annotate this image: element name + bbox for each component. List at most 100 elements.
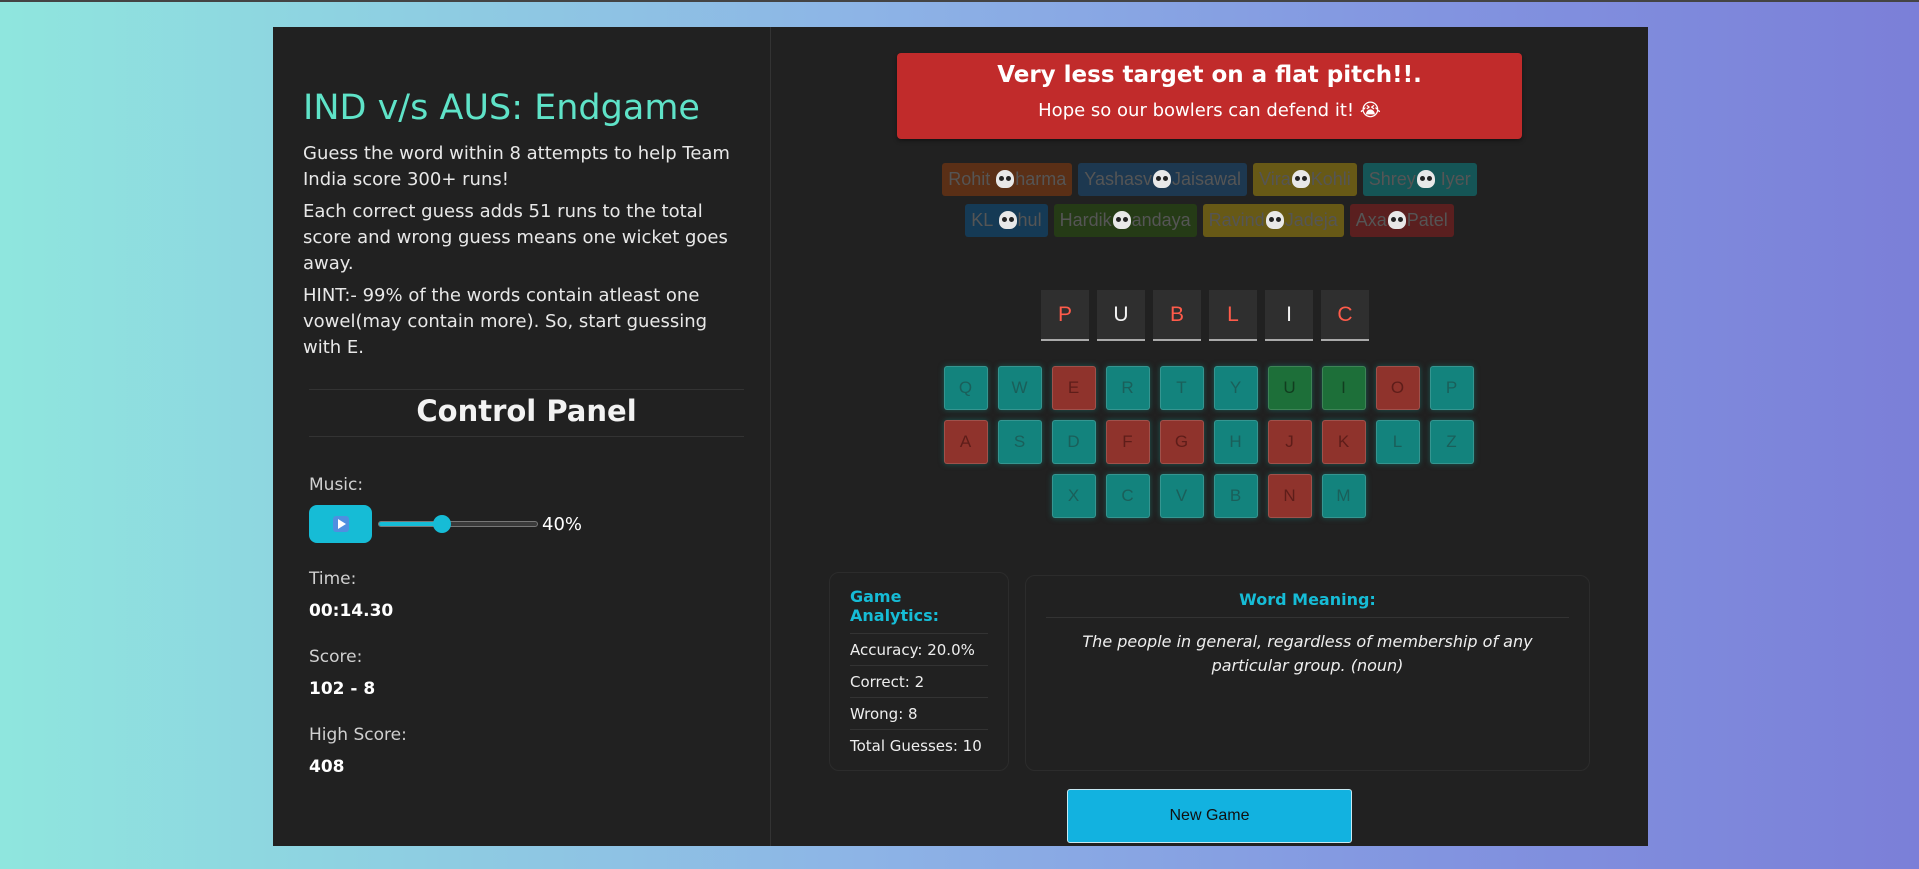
player-name-part: Axa: [1355, 210, 1387, 230]
player-name-part: Iyer: [1435, 169, 1471, 189]
banner-headline: Very less target on a flat pitch!!.: [997, 62, 1422, 88]
instructions: Guess the word within 8 attempts to help…: [303, 141, 740, 361]
analytics-wrong: Wrong: 8: [850, 698, 988, 730]
skull-icon: [996, 170, 1015, 188]
key-a[interactable]: A: [943, 420, 988, 464]
player-name-part: Shrey: [1368, 169, 1416, 189]
key-s[interactable]: S: [997, 420, 1042, 464]
player-row: KL hul Hardik andaya Ravind Jadeja Axa Patel: [897, 204, 1522, 237]
word-meaning-card: Word Meaning: The people in general, reg…: [1025, 575, 1590, 771]
player-name-part: Jadeja: [1284, 210, 1338, 230]
instruction-scoring: Each correct guess adds 51 runs to the t…: [303, 201, 728, 274]
analytics-title: Game Analytics:: [850, 587, 988, 634]
key-y[interactable]: Y: [1213, 366, 1258, 410]
volume-slider[interactable]: [378, 515, 538, 533]
letter-tile: U: [1097, 290, 1145, 341]
key-c[interactable]: C: [1105, 474, 1150, 518]
player-list: Rohit harma Yashasv Jaisawal Vira Kohli Shrey…: [897, 163, 1522, 245]
player-name-part: Ravind: [1208, 210, 1265, 230]
time-label: Time:: [309, 569, 357, 589]
keyboard-row: ASDFGHJKLZ: [943, 420, 1474, 464]
skull-icon: [1291, 170, 1310, 188]
play-icon: [332, 516, 349, 532]
skull-icon: [1112, 211, 1131, 229]
player-name-part: Rohit: [948, 169, 996, 189]
instruction-goal: Guess the word within 8 attempts to help…: [303, 143, 730, 190]
key-v[interactable]: V: [1159, 474, 1204, 518]
letter-tile: I: [1265, 290, 1313, 341]
analytics-total: Total Guesses: 10: [850, 737, 982, 755]
instruction-hint: HINT:- 99% of the words contain atleast …: [303, 285, 708, 358]
play-button[interactable]: [309, 505, 372, 543]
status-banner: Very less target on a flat pitch!!. Hope…: [897, 53, 1522, 139]
key-e[interactable]: E: [1051, 366, 1096, 410]
key-u[interactable]: U: [1267, 366, 1312, 410]
key-f[interactable]: F: [1105, 420, 1150, 464]
time-value: 00:14.30: [309, 601, 394, 621]
player-badge: Ravind Jadeja: [1202, 204, 1344, 237]
skull-icon: [1416, 170, 1435, 188]
player-badge: Axa Patel: [1349, 204, 1454, 237]
game-container: IND v/s AUS: Endgame Guess the word with…: [273, 27, 1648, 846]
key-o[interactable]: O: [1375, 366, 1420, 410]
keyboard-row: XCVBNM: [943, 474, 1474, 518]
skull-icon: [1265, 211, 1284, 229]
on-screen-keyboard: QWERTYUIOP ASDFGHJKLZ XCVBNM: [943, 366, 1474, 528]
page-title: IND v/s AUS: Endgame: [303, 88, 700, 128]
letter-tile: B: [1153, 290, 1201, 341]
score-value: 102 - 8: [309, 679, 376, 699]
key-x[interactable]: X: [1051, 474, 1096, 518]
key-w[interactable]: W: [997, 366, 1042, 410]
key-d[interactable]: D: [1051, 420, 1096, 464]
top-border: [0, 0, 1919, 2]
skull-icon: [998, 211, 1017, 229]
key-r[interactable]: R: [1105, 366, 1150, 410]
key-z[interactable]: Z: [1429, 420, 1474, 464]
music-label: Music:: [309, 475, 364, 495]
player-name-part: hul: [1017, 210, 1042, 230]
letter-tile: C: [1321, 290, 1369, 341]
game-panel: Very less target on a flat pitch!!. Hope…: [771, 27, 1648, 846]
control-panel-header: Control Panel: [309, 389, 744, 437]
key-m[interactable]: M: [1321, 474, 1366, 518]
meaning-title: Word Meaning:: [1046, 590, 1569, 618]
letter-tile: P: [1041, 290, 1089, 341]
volume-percent: 40%: [542, 513, 583, 535]
key-i[interactable]: I: [1321, 366, 1366, 410]
player-name-part: Hardik: [1059, 210, 1112, 230]
new-game-button[interactable]: New Game: [1067, 789, 1352, 843]
left-panel: IND v/s AUS: Endgame Guess the word with…: [273, 27, 771, 846]
player-name-part: andaya: [1131, 210, 1191, 230]
player-badge: Vira Kohli: [1253, 163, 1357, 196]
score-label: Score:: [309, 647, 363, 667]
key-l[interactable]: L: [1375, 420, 1420, 464]
meaning-text: The people in general, regardless of mem…: [1082, 632, 1533, 675]
player-name-part: Kohli: [1310, 169, 1351, 189]
analytics-correct: Correct: 2: [850, 666, 988, 698]
key-k[interactable]: K: [1321, 420, 1366, 464]
key-q[interactable]: Q: [943, 366, 988, 410]
player-name-part: harma: [1015, 169, 1067, 189]
player-name-part: Yashasv: [1084, 169, 1152, 189]
player-name-part: KL: [971, 210, 998, 230]
player-name-part: Vira: [1259, 169, 1291, 189]
key-h[interactable]: H: [1213, 420, 1258, 464]
player-badge: Rohit harma: [942, 163, 1073, 196]
player-badge: Shrey Iyer: [1362, 163, 1477, 196]
player-badge: KL hul: [965, 204, 1048, 237]
key-t[interactable]: T: [1159, 366, 1204, 410]
music-controls: 40%: [309, 505, 740, 543]
volume-knob[interactable]: [433, 515, 452, 533]
high-score-label: High Score:: [309, 725, 407, 745]
key-n[interactable]: N: [1267, 474, 1312, 518]
keyboard-row: QWERTYUIOP: [943, 366, 1474, 410]
player-name-part: Patel: [1406, 210, 1448, 230]
banner-subtext: Hope so our bowlers can defend it! 😭: [1038, 100, 1381, 121]
key-j[interactable]: J: [1267, 420, 1312, 464]
player-badge: Yashasv Jaisawal: [1078, 163, 1248, 196]
key-b[interactable]: B: [1213, 474, 1258, 518]
player-row: Rohit harma Yashasv Jaisawal Vira Kohli Shrey…: [897, 163, 1522, 196]
key-g[interactable]: G: [1159, 420, 1204, 464]
key-p[interactable]: P: [1429, 366, 1474, 410]
word-tiles: PUBLIC: [1041, 290, 1369, 341]
